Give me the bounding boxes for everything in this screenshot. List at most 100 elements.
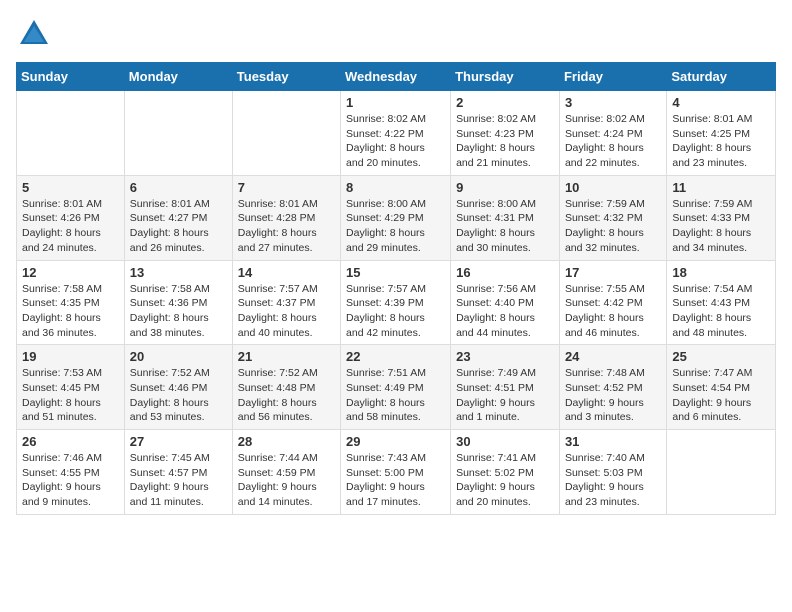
day-number: 3 (565, 95, 661, 110)
day-number: 14 (238, 265, 335, 280)
calendar-cell: 5Sunrise: 8:01 AM Sunset: 4:26 PM Daylig… (17, 175, 125, 260)
day-info: Sunrise: 7:52 AM Sunset: 4:46 PM Dayligh… (130, 366, 227, 425)
calendar-cell (667, 430, 776, 515)
day-number: 17 (565, 265, 661, 280)
day-info: Sunrise: 7:53 AM Sunset: 4:45 PM Dayligh… (22, 366, 119, 425)
day-number: 22 (346, 349, 445, 364)
day-info: Sunrise: 8:00 AM Sunset: 4:29 PM Dayligh… (346, 197, 445, 256)
logo-icon (16, 16, 52, 52)
day-info: Sunrise: 8:01 AM Sunset: 4:26 PM Dayligh… (22, 197, 119, 256)
day-number: 24 (565, 349, 661, 364)
day-info: Sunrise: 7:59 AM Sunset: 4:33 PM Dayligh… (672, 197, 770, 256)
calendar-cell: 12Sunrise: 7:58 AM Sunset: 4:35 PM Dayli… (17, 260, 125, 345)
calendar-week-5: 26Sunrise: 7:46 AM Sunset: 4:55 PM Dayli… (17, 430, 776, 515)
day-info: Sunrise: 8:01 AM Sunset: 4:27 PM Dayligh… (130, 197, 227, 256)
calendar-cell: 24 Sunrise: 7:48 AM Sunset: 4:52 PM Dayli… (559, 345, 666, 430)
day-number: 15 (346, 265, 445, 280)
calendar-cell: 11 Sunrise: 7:59 AM Sunset: 4:33 PM Dayli… (667, 175, 776, 260)
day-info: Sunrise: 8:02 AM Sunset: 4:23 PM Dayligh… (456, 112, 554, 171)
calendar-cell: 9 Sunrise: 8:00 AM Sunset: 4:31 PM Daylig… (451, 175, 560, 260)
column-header-sunday: Sunday (17, 63, 125, 91)
calendar-cell: 3 Sunrise: 8:02 AM Sunset: 4:24 PM Daylig… (559, 91, 666, 176)
day-info: Sunrise: 8:02 AM Sunset: 4:24 PM Dayligh… (565, 112, 661, 171)
calendar: SundayMondayTuesdayWednesdayThursdayFrid… (16, 62, 776, 515)
calendar-cell: 6 Sunrise: 8:01 AM Sunset: 4:27 PM Daylig… (124, 175, 232, 260)
day-number: 16 (456, 265, 554, 280)
day-info: Sunrise: 7:51 AM Sunset: 4:49 PM Dayligh… (346, 366, 445, 425)
column-header-thursday: Thursday (451, 63, 560, 91)
calendar-cell: 1 Sunrise: 8:02 AM Sunset: 4:22 PM Daylig… (341, 91, 451, 176)
calendar-cell: 26Sunrise: 7:46 AM Sunset: 4:55 PM Dayli… (17, 430, 125, 515)
day-info: Sunrise: 7:57 AM Sunset: 4:39 PM Dayligh… (346, 282, 445, 341)
page-header (16, 16, 776, 52)
calendar-cell: 8 Sunrise: 8:00 AM Sunset: 4:29 PM Daylig… (341, 175, 451, 260)
day-info: Sunrise: 7:59 AM Sunset: 4:32 PM Dayligh… (565, 197, 661, 256)
day-number: 28 (238, 434, 335, 449)
calendar-cell (124, 91, 232, 176)
day-number: 27 (130, 434, 227, 449)
day-info: Sunrise: 7:56 AM Sunset: 4:40 PM Dayligh… (456, 282, 554, 341)
calendar-cell: 23Sunrise: 7:49 AM Sunset: 4:51 PM Dayli… (451, 345, 560, 430)
calendar-cell: 14 Sunrise: 7:57 AM Sunset: 4:37 PM Dayli… (232, 260, 340, 345)
calendar-cell: 2 Sunrise: 8:02 AM Sunset: 4:23 PM Daylig… (451, 91, 560, 176)
day-number: 11 (672, 180, 770, 195)
day-number: 20 (130, 349, 227, 364)
day-info: Sunrise: 7:52 AM Sunset: 4:48 PM Dayligh… (238, 366, 335, 425)
day-info: Sunrise: 7:54 AM Sunset: 4:43 PM Dayligh… (672, 282, 770, 341)
day-info: Sunrise: 7:47 AM Sunset: 4:54 PM Dayligh… (672, 366, 770, 425)
calendar-week-1: 1 Sunrise: 8:02 AM Sunset: 4:22 PM Daylig… (17, 91, 776, 176)
calendar-header-row: SundayMondayTuesdayWednesdayThursdayFrid… (17, 63, 776, 91)
day-number: 6 (130, 180, 227, 195)
day-info: Sunrise: 7:58 AM Sunset: 4:35 PM Dayligh… (22, 282, 119, 341)
day-info: Sunrise: 8:00 AM Sunset: 4:31 PM Dayligh… (456, 197, 554, 256)
day-info: Sunrise: 7:40 AM Sunset: 5:03 PM Dayligh… (565, 451, 661, 510)
calendar-week-3: 12Sunrise: 7:58 AM Sunset: 4:35 PM Dayli… (17, 260, 776, 345)
column-header-saturday: Saturday (667, 63, 776, 91)
day-number: 2 (456, 95, 554, 110)
calendar-week-4: 19 Sunrise: 7:53 AM Sunset: 4:45 PM Dayli… (17, 345, 776, 430)
day-number: 25 (672, 349, 770, 364)
day-number: 7 (238, 180, 335, 195)
column-header-monday: Monday (124, 63, 232, 91)
calendar-cell: 19 Sunrise: 7:53 AM Sunset: 4:45 PM Dayli… (17, 345, 125, 430)
calendar-cell: 25 Sunrise: 7:47 AM Sunset: 4:54 PM Dayli… (667, 345, 776, 430)
day-info: Sunrise: 7:58 AM Sunset: 4:36 PM Dayligh… (130, 282, 227, 341)
calendar-cell: 31 Sunrise: 7:40 AM Sunset: 5:03 PM Dayli… (559, 430, 666, 515)
logo (16, 16, 56, 52)
calendar-cell: 29 Sunrise: 7:43 AM Sunset: 5:00 PM Dayli… (341, 430, 451, 515)
calendar-cell: 20 Sunrise: 7:52 AM Sunset: 4:46 PM Dayli… (124, 345, 232, 430)
calendar-cell: 22 Sunrise: 7:51 AM Sunset: 4:49 PM Dayli… (341, 345, 451, 430)
day-info: Sunrise: 7:43 AM Sunset: 5:00 PM Dayligh… (346, 451, 445, 510)
day-info: Sunrise: 8:01 AM Sunset: 4:28 PM Dayligh… (238, 197, 335, 256)
calendar-cell (232, 91, 340, 176)
day-number: 4 (672, 95, 770, 110)
calendar-cell: 13 Sunrise: 7:58 AM Sunset: 4:36 PM Dayli… (124, 260, 232, 345)
day-number: 18 (672, 265, 770, 280)
day-info: Sunrise: 7:49 AM Sunset: 4:51 PM Dayligh… (456, 366, 554, 425)
calendar-week-2: 5Sunrise: 8:01 AM Sunset: 4:26 PM Daylig… (17, 175, 776, 260)
day-info: Sunrise: 7:45 AM Sunset: 4:57 PM Dayligh… (130, 451, 227, 510)
calendar-cell: 4Sunrise: 8:01 AM Sunset: 4:25 PM Daylig… (667, 91, 776, 176)
day-info: Sunrise: 7:57 AM Sunset: 4:37 PM Dayligh… (238, 282, 335, 341)
calendar-cell: 10 Sunrise: 7:59 AM Sunset: 4:32 PM Dayli… (559, 175, 666, 260)
calendar-cell: 21Sunrise: 7:52 AM Sunset: 4:48 PM Dayli… (232, 345, 340, 430)
day-number: 9 (456, 180, 554, 195)
calendar-cell: 17 Sunrise: 7:55 AM Sunset: 4:42 PM Dayli… (559, 260, 666, 345)
day-number: 10 (565, 180, 661, 195)
day-number: 1 (346, 95, 445, 110)
day-info: Sunrise: 7:55 AM Sunset: 4:42 PM Dayligh… (565, 282, 661, 341)
day-info: Sunrise: 7:41 AM Sunset: 5:02 PM Dayligh… (456, 451, 554, 510)
day-info: Sunrise: 7:48 AM Sunset: 4:52 PM Dayligh… (565, 366, 661, 425)
day-number: 26 (22, 434, 119, 449)
day-number: 30 (456, 434, 554, 449)
day-info: Sunrise: 8:02 AM Sunset: 4:22 PM Dayligh… (346, 112, 445, 171)
column-header-wednesday: Wednesday (341, 63, 451, 91)
day-number: 13 (130, 265, 227, 280)
calendar-cell: 30 Sunrise: 7:41 AM Sunset: 5:02 PM Dayli… (451, 430, 560, 515)
calendar-cell: 16 Sunrise: 7:56 AM Sunset: 4:40 PM Dayli… (451, 260, 560, 345)
day-number: 29 (346, 434, 445, 449)
calendar-cell (17, 91, 125, 176)
day-number: 31 (565, 434, 661, 449)
day-number: 8 (346, 180, 445, 195)
day-number: 19 (22, 349, 119, 364)
